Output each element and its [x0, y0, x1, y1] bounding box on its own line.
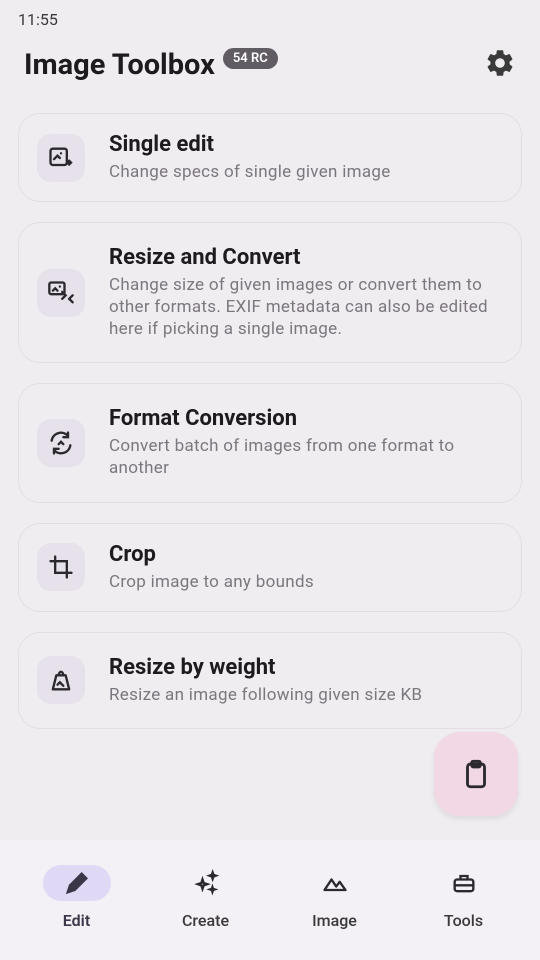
nav-tools[interactable]: Tools: [399, 865, 528, 930]
status-bar: 11:55: [0, 0, 540, 33]
resize-weight-icon: [37, 656, 85, 704]
card-desc: Change size of given images or convert t…: [109, 274, 503, 340]
card-format-conversion[interactable]: Format Conversion Convert batch of image…: [18, 383, 522, 502]
card-single-edit[interactable]: Single edit Change specs of single given…: [18, 113, 522, 202]
card-resize-weight[interactable]: Resize by weight Resize an image followi…: [18, 632, 522, 729]
card-title: Resize and Convert: [109, 245, 503, 270]
crop-icon: [37, 543, 85, 591]
clock-time: 11:55: [18, 10, 58, 29]
app-title: Image Toolbox: [24, 48, 215, 82]
nav-label: Edit: [63, 911, 90, 930]
card-crop[interactable]: Crop Crop image to any bounds: [18, 523, 522, 612]
edit-icon: [43, 865, 111, 901]
single-edit-icon: [37, 134, 85, 182]
tools-icon: [430, 865, 498, 901]
card-desc: Resize an image following given size KB: [109, 684, 503, 706]
clipboard-fab[interactable]: [434, 732, 518, 816]
resize-convert-icon: [37, 269, 85, 317]
create-icon: [172, 865, 240, 901]
card-title: Resize by weight: [109, 655, 503, 680]
nav-label: Create: [182, 911, 229, 930]
gear-icon[interactable]: [484, 47, 516, 83]
card-desc: Change specs of single given image: [109, 161, 503, 183]
nav-edit[interactable]: Edit: [12, 865, 141, 930]
card-desc: Crop image to any bounds: [109, 571, 503, 593]
card-desc: Convert batch of images from one format …: [109, 435, 503, 479]
nav-create[interactable]: Create: [141, 865, 270, 930]
bottom-nav: Edit Create Image Tools: [0, 840, 540, 960]
card-title: Format Conversion: [109, 406, 503, 431]
card-title: Crop: [109, 542, 503, 567]
card-resize-convert[interactable]: Resize and Convert Change size of given …: [18, 222, 522, 363]
version-badge: 54 RC: [223, 48, 278, 69]
nav-label: Tools: [444, 911, 483, 930]
app-header: Image Toolbox 54 RC: [0, 33, 540, 105]
card-title: Single edit: [109, 132, 503, 157]
image-icon: [301, 865, 369, 901]
tool-list: Single edit Change specs of single given…: [0, 105, 540, 729]
format-conversion-icon: [37, 419, 85, 467]
nav-image[interactable]: Image: [270, 865, 399, 930]
nav-label: Image: [312, 911, 357, 930]
